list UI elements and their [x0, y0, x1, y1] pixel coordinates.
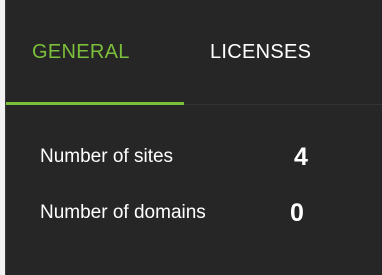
sites-count-label: Number of sites	[40, 146, 174, 167]
tab-licenses[interactable]: LICENSES	[210, 0, 360, 104]
domains-count-value: 0	[290, 199, 304, 227]
active-tab-indicator	[6, 102, 184, 105]
stat-row-domains: Number of domains 0	[6, 193, 382, 233]
domains-count-label: Number of domains	[40, 202, 206, 223]
tab-general[interactable]: GENERAL	[6, 0, 184, 105]
stat-row-sites: Number of sites 4	[6, 137, 382, 177]
license-info-panel: GENERAL LICENSES Number of sites 4 Numbe…	[5, 0, 382, 275]
tab-licenses-label: LICENSES	[210, 40, 312, 63]
tab-bar: GENERAL LICENSES	[6, 0, 382, 105]
sites-count-value: 4	[294, 143, 308, 171]
tab-general-label: GENERAL	[32, 40, 130, 63]
